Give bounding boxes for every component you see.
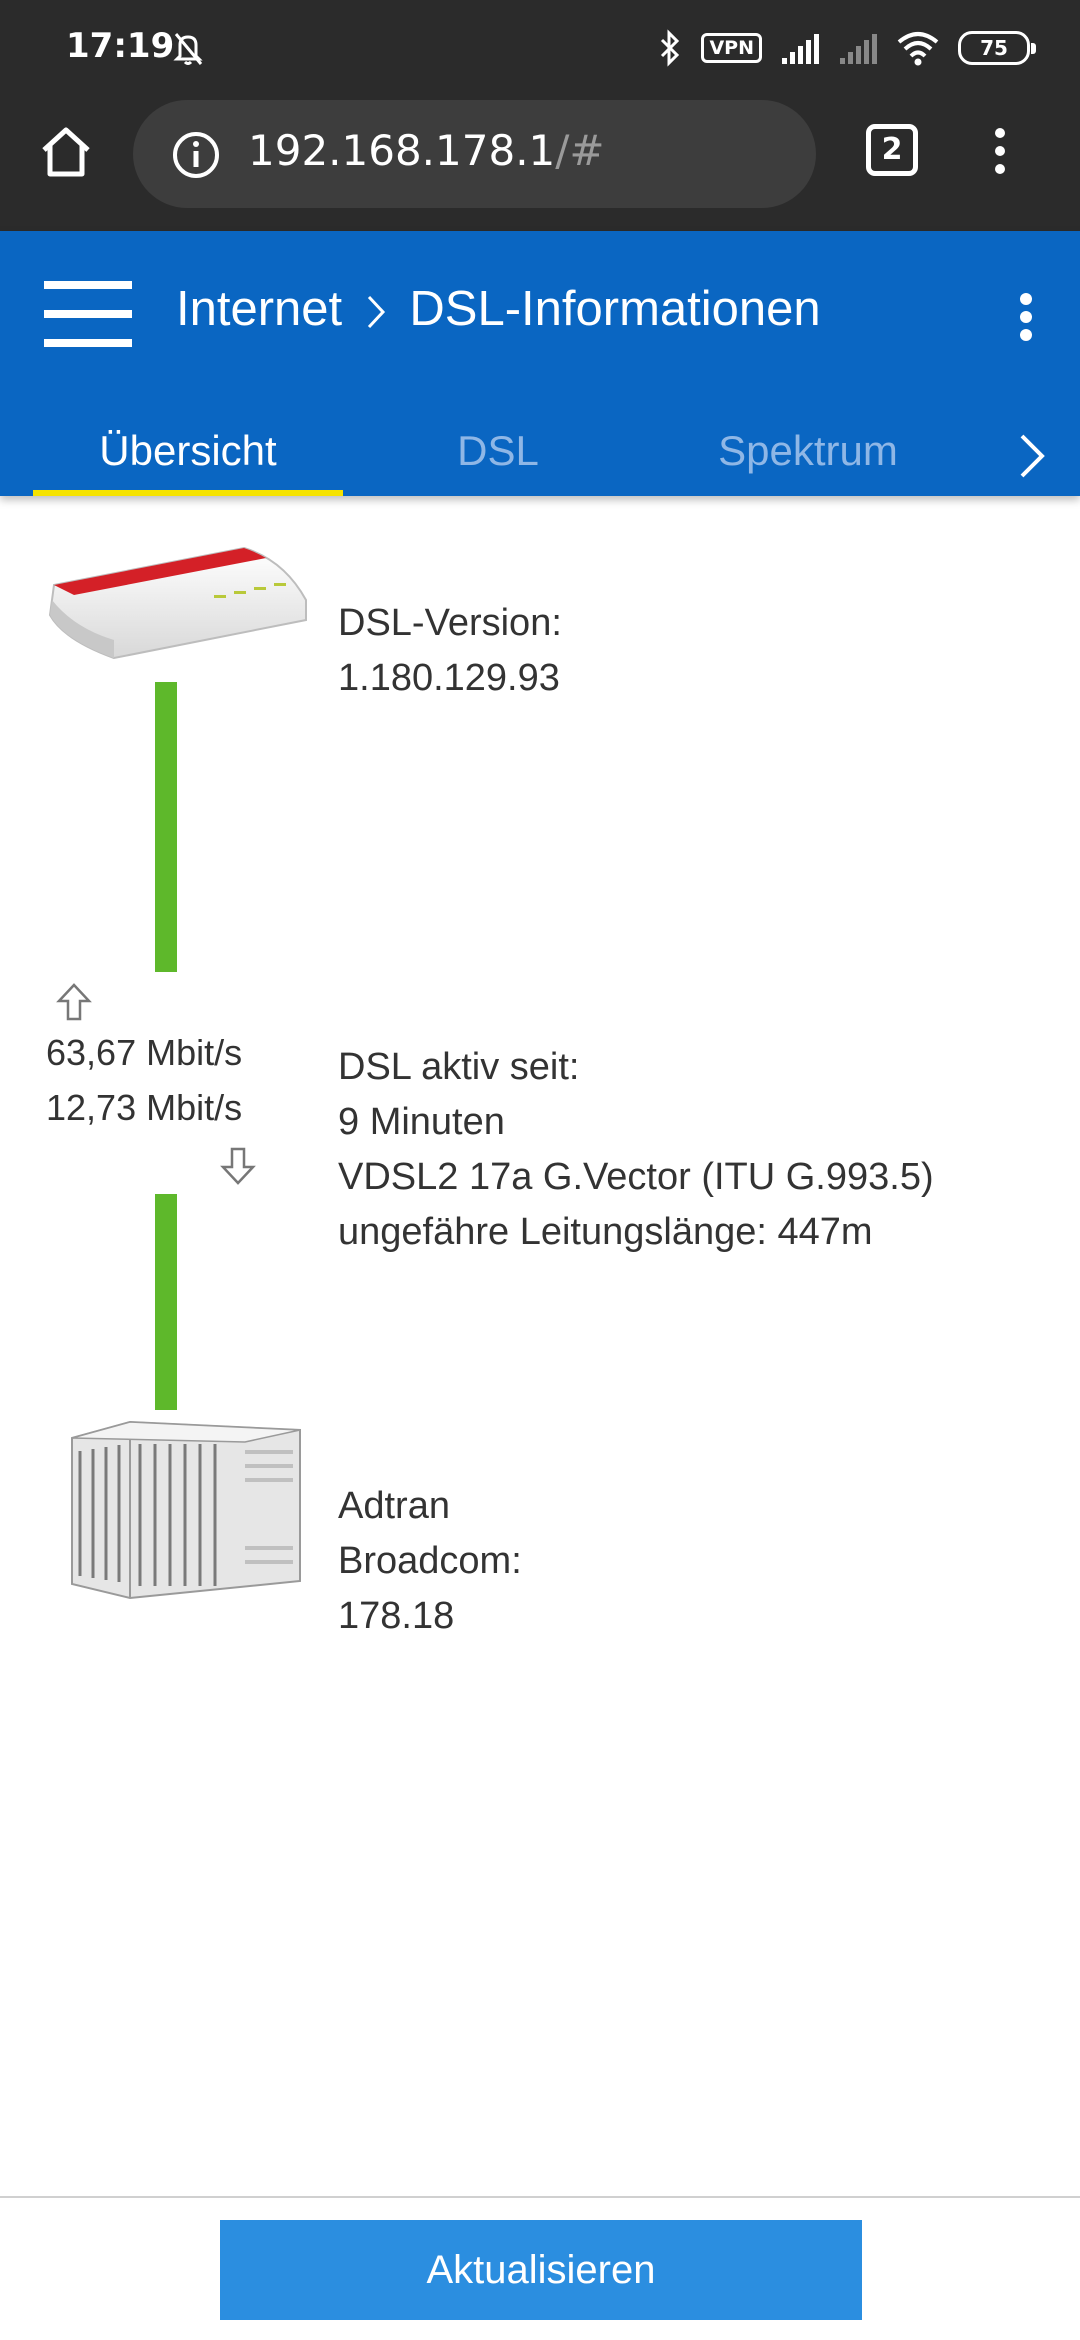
tab-uebersicht[interactable]: Übersicht [33, 406, 343, 496]
router-info: DSL-Version: 1.180.129.93 [338, 596, 562, 706]
battery-icon: 75 [958, 31, 1036, 65]
dsl-version-label: DSL-Version: [338, 602, 562, 644]
dslam-icon [71, 1420, 301, 1600]
status-time: 17:19 [66, 26, 175, 66]
url-path: /# [555, 126, 605, 175]
dsl-overview: 63,67 Mbit/s 12,73 Mbit/s DSL-Version: 1… [0, 496, 1080, 2196]
download-arrow-icon [220, 1147, 256, 1185]
bluetooth-icon [661, 29, 680, 67]
footer-divider [0, 2196, 1080, 2198]
tab-bar: Übersicht DSL Spektrum [0, 406, 1080, 496]
breadcrumb: Internet DSL-Informationen [176, 281, 821, 337]
dsl-version-value: 1.180.129.93 [338, 657, 560, 699]
dslam-vendor: Adtran [338, 1485, 450, 1527]
dslam-chipset-version: 178.18 [338, 1595, 455, 1637]
router-icon [48, 546, 307, 660]
active-duration: 9 Minuten [338, 1101, 505, 1143]
address-bar[interactable]: 192.168.178.1/# [133, 100, 816, 208]
line-length: ungefähre Leitungslänge: 447m [338, 1211, 873, 1253]
signal-icon [782, 34, 819, 64]
hamburger-menu-icon[interactable] [44, 281, 132, 347]
breadcrumb-parent[interactable]: Internet [176, 282, 342, 336]
browser-toolbar: 192.168.178.1/# 2 [0, 96, 1080, 231]
bell-off-icon [173, 33, 203, 65]
status-bar: 17:19 VPN 75 [0, 0, 1080, 96]
app-header: Internet DSL-Informationen Übersicht DSL… [0, 231, 1080, 496]
url-host: 192.168.178.1 [248, 126, 556, 175]
url-text[interactable]: 192.168.178.1/# [248, 126, 605, 175]
home-icon[interactable] [36, 122, 96, 182]
upstream-rate: 63,67 Mbit/s [46, 1032, 243, 1073]
wifi-icon [897, 32, 939, 66]
more-vert-icon[interactable] [1014, 287, 1038, 347]
upload-arrow-icon [56, 983, 92, 1021]
signal-icon [840, 34, 877, 64]
dslam-info: Adtran Broadcom: 178.18 [338, 1479, 522, 1644]
dsl-line-status [155, 1194, 177, 1410]
active-since-label: DSL aktiv seit: [338, 1046, 580, 1088]
info-icon[interactable] [171, 130, 221, 180]
more-vert-icon[interactable] [985, 121, 1015, 181]
breadcrumb-current: DSL-Informationen [409, 282, 821, 336]
tab-switcher-button[interactable]: 2 [866, 124, 918, 176]
downstream-rate: 12,73 Mbit/s [46, 1087, 243, 1128]
vpn-icon: VPN [701, 33, 762, 63]
status-icons: VPN 75 [657, 28, 1036, 68]
tab-spektrum[interactable]: Spektrum [653, 406, 963, 496]
dslam-chipset-label: Broadcom: [338, 1540, 522, 1582]
tab-dsl[interactable]: DSL [343, 406, 653, 496]
chevron-right-icon [367, 296, 385, 329]
line-info: DSL aktiv seit: 9 Minuten VDSL2 17a G.Ve… [338, 1040, 934, 1260]
dsl-line-status [155, 682, 177, 972]
refresh-button[interactable]: Aktualisieren [220, 2220, 862, 2320]
dsl-mode: VDSL2 17a G.Vector (ITU G.993.5) [338, 1156, 934, 1198]
chevron-right-icon[interactable] [1012, 426, 1052, 486]
